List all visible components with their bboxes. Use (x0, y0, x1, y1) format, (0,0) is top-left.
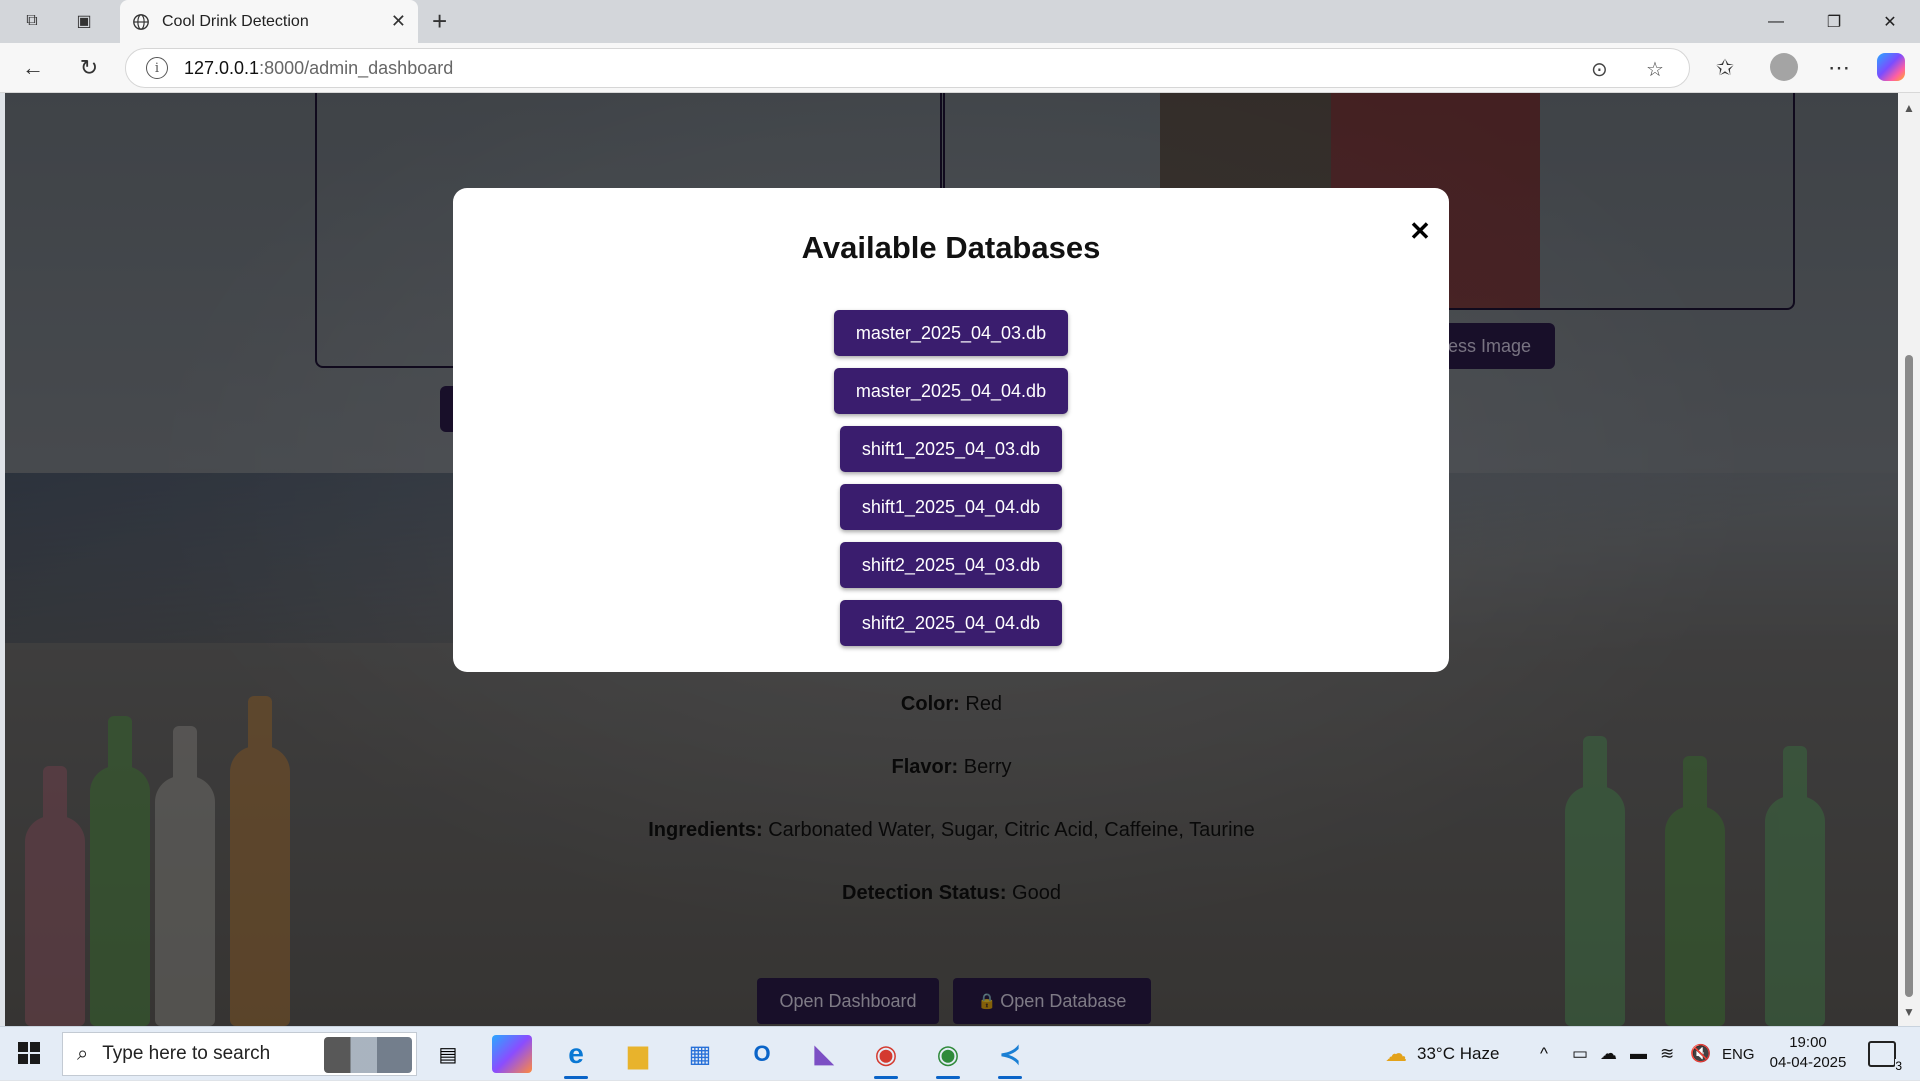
search-icon: ⌕ (77, 1042, 89, 1065)
copilot-icon[interactable] (1877, 53, 1905, 81)
url-field[interactable]: i 127.0.0.1:8000/admin_dashboard ⊙ ☆ (125, 48, 1690, 88)
scroll-down-icon[interactable]: ▼ (1903, 1005, 1915, 1019)
weather-text: 33°C Haze (1417, 1044, 1500, 1063)
vscode-icon[interactable]: ≺ (990, 1035, 1030, 1079)
language-indicator[interactable]: ENG (1722, 1027, 1755, 1081)
close-icon[interactable]: ✕ (1408, 216, 1432, 247)
url-host: 127.0.0.1 (184, 57, 260, 78)
weather-icon: ☁ (1385, 1041, 1407, 1066)
profile-avatar[interactable] (1770, 53, 1798, 81)
chrome-profile-icon[interactable]: ◉ (928, 1035, 968, 1079)
windows-taskbar: ⌕ Type here to search ▤ e ▆ ▦ O ◣ ◉ ◉ ≺ … (0, 1026, 1920, 1080)
outlook-icon[interactable]: O (742, 1035, 782, 1073)
clock-date: 04-04-2025 (1769, 1054, 1847, 1071)
search-placeholder: Type here to search (102, 1043, 271, 1064)
wifi-icon[interactable]: ≋ (1660, 1027, 1674, 1081)
page-content: cess Image Color: Red Flavor: Berry Ingr… (5, 93, 1898, 1026)
database-button[interactable]: shift1_2025_04_03.db (839, 426, 1063, 472)
more-options-icon[interactable]: ⋯ (1826, 55, 1852, 81)
scroll-thumb[interactable] (1905, 355, 1913, 997)
close-tab-icon[interactable]: ✕ (391, 11, 406, 32)
task-view-icon[interactable]: ▤ (428, 1035, 468, 1073)
tab-actions-icon[interactable]: ▣ (70, 8, 98, 34)
window-close-icon[interactable]: ✕ (1862, 0, 1918, 43)
volume-muted-icon[interactable]: 🔇 (1690, 1027, 1711, 1081)
visual-studio-icon[interactable]: ◣ (804, 1035, 844, 1073)
address-bar: ← ↻ i 127.0.0.1:8000/admin_dashboard ⊙ ☆… (0, 43, 1920, 93)
database-list: master_2025_04_03.db master_2025_04_04.d… (453, 310, 1449, 658)
notification-count: 3 (1895, 1059, 1902, 1073)
globe-icon (133, 13, 149, 30)
modal-title: Available Databases (801, 230, 1101, 265)
minimize-icon[interactable]: — (1748, 0, 1804, 43)
favorites-icon[interactable]: ✩ (1712, 55, 1738, 81)
windows-start-icon[interactable] (18, 1042, 40, 1064)
file-explorer-icon[interactable]: ▆ (618, 1035, 658, 1073)
edge-app-icon[interactable]: e (556, 1035, 596, 1079)
new-tab-icon[interactable]: + (432, 8, 447, 34)
show-hidden-icons[interactable]: ^ (1540, 1027, 1548, 1081)
scroll-up-icon[interactable]: ▲ (1903, 101, 1915, 115)
tab-cool-drink-detection[interactable]: Cool Drink Detection ✕ (120, 0, 418, 43)
chrome-icon[interactable]: ◉ (866, 1035, 906, 1079)
database-button[interactable]: shift2_2025_04_04.db (839, 600, 1063, 646)
clock[interactable]: 19:00 04-04-2025 (1768, 1033, 1848, 1073)
restore-icon[interactable]: ❐ (1806, 0, 1862, 43)
read-aloud-icon[interactable]: ⊙ (1591, 49, 1608, 89)
favorite-star-icon[interactable]: ☆ (1646, 49, 1664, 89)
clock-time: 19:00 (1789, 1034, 1827, 1051)
battery-icon[interactable]: ▬ (1630, 1027, 1647, 1081)
weather-widget[interactable]: ☁ 33°C Haze (1385, 1027, 1499, 1081)
browser-tab-bar: ⧉ ▣ Cool Drink Detection ✕ + — ❐ ✕ (0, 0, 1920, 43)
workspaces-icon[interactable]: ⧉ (18, 8, 46, 34)
database-button[interactable]: shift1_2025_04_04.db (839, 484, 1063, 530)
database-button[interactable]: master_2025_04_04.db (833, 368, 1069, 414)
taskbar-search[interactable]: ⌕ Type here to search (62, 1032, 417, 1076)
reload-icon[interactable]: ↻ (76, 55, 102, 81)
back-icon[interactable]: ← (20, 55, 46, 81)
search-highlight-image (324, 1037, 412, 1073)
onedrive-icon[interactable]: ☁ (1600, 1027, 1617, 1081)
databases-modal: Available Databases ✕ master_2025_04_03.… (453, 188, 1449, 672)
copilot-app-icon[interactable] (492, 1035, 532, 1073)
site-info-icon[interactable]: i (146, 57, 168, 79)
store-icon[interactable]: ▦ (680, 1035, 720, 1073)
database-button[interactable]: master_2025_04_03.db (833, 310, 1069, 356)
meet-now-icon[interactable]: ▭ (1572, 1027, 1588, 1081)
page-scrollbar[interactable]: ▲ ▼ (1898, 93, 1920, 1026)
database-button[interactable]: shift2_2025_04_03.db (839, 542, 1063, 588)
url-path: :8000/admin_dashboard (259, 57, 454, 78)
notification-center-icon[interactable]: 3 (1868, 1041, 1902, 1073)
tab-title: Cool Drink Detection (162, 12, 309, 30)
